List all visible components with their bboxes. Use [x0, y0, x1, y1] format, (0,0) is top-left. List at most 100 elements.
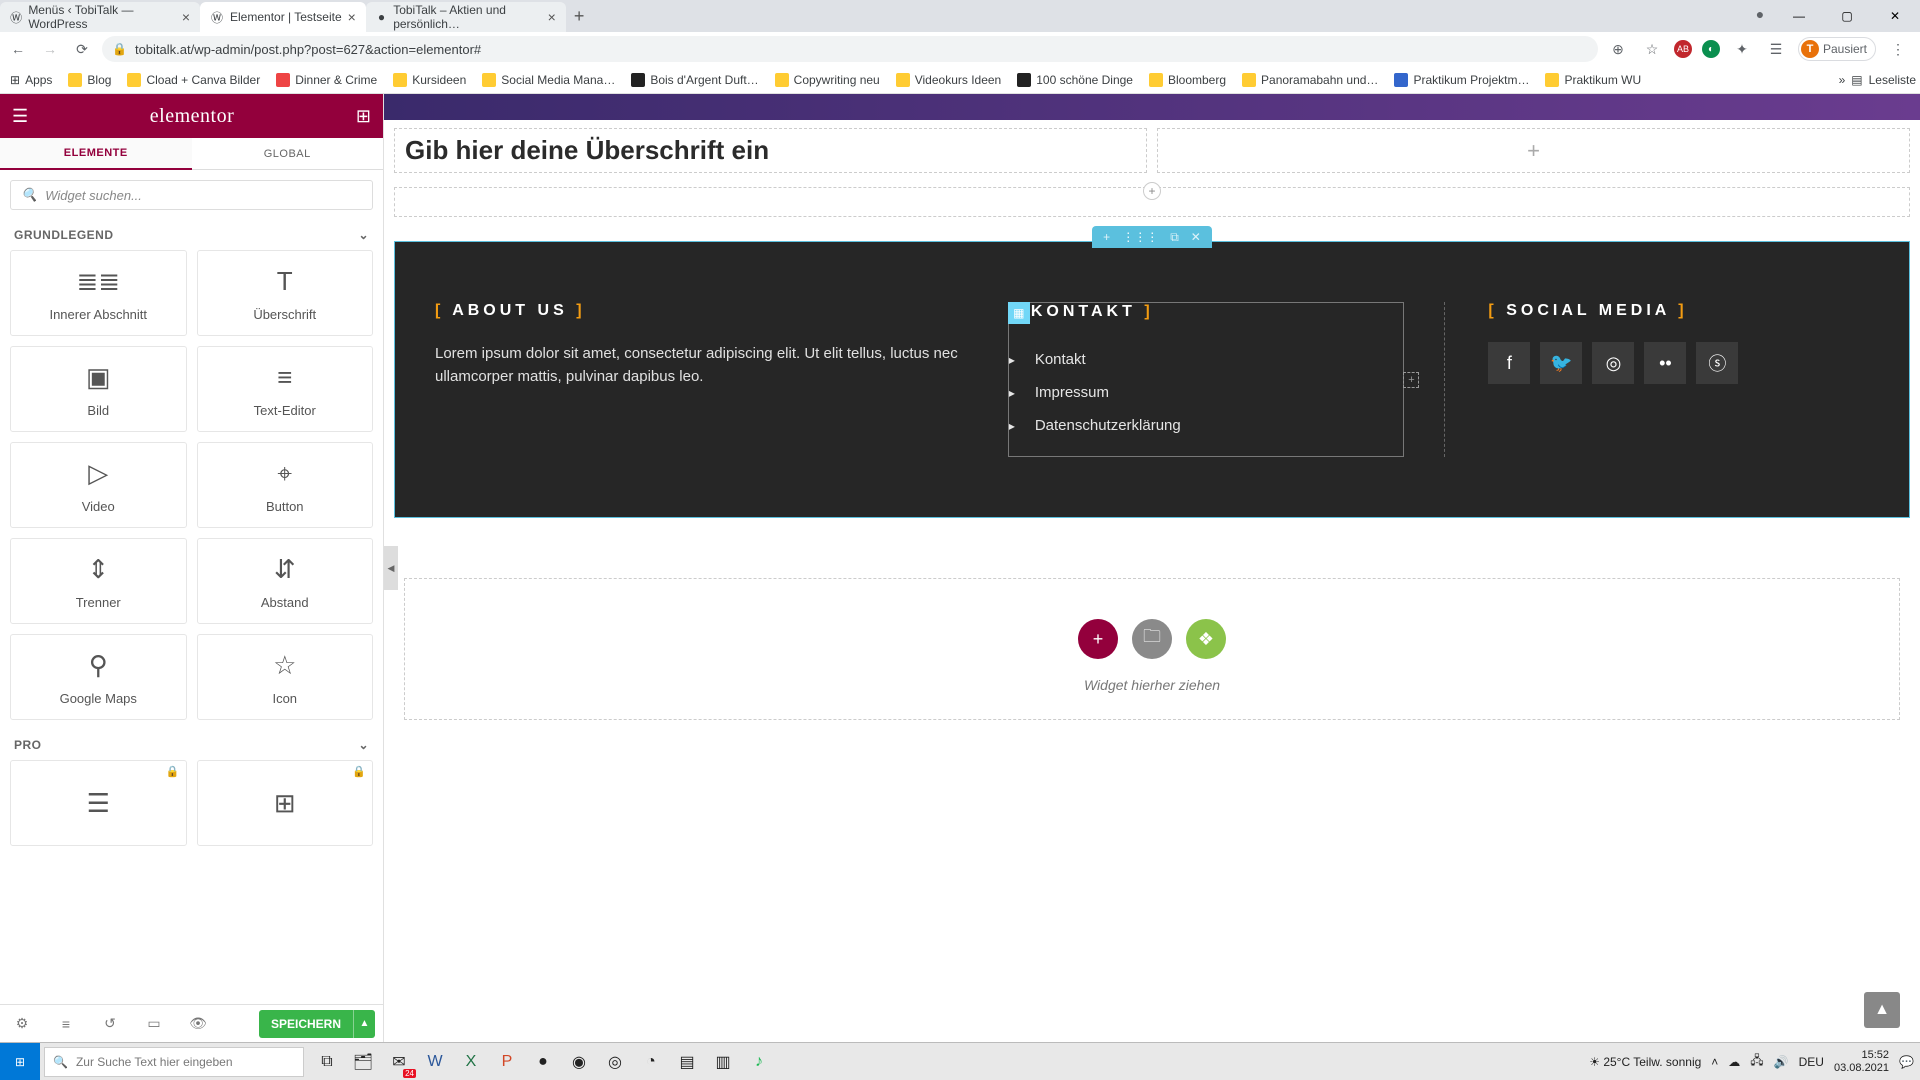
back-button[interactable]: ← — [6, 37, 30, 61]
bookmark-item[interactable]: Bois d'Argent Duft… — [625, 73, 764, 87]
section-add-icon[interactable]: + — [1103, 230, 1110, 244]
star-icon[interactable]: ☆ — [1640, 37, 1664, 61]
widget-innerer-abschnitt[interactable]: ≣≣Innerer Abschnitt — [10, 250, 187, 336]
section-duplicate-icon[interactable]: ⧉ — [1170, 230, 1179, 245]
flickr-icon[interactable]: •• — [1644, 342, 1686, 384]
file-explorer-icon[interactable]: 🗂 — [346, 1046, 380, 1078]
widget-pro-item[interactable]: 🔒☰ — [10, 760, 187, 846]
clock[interactable]: 15:52 03.08.2021 — [1834, 1049, 1889, 1073]
browser-tab-active[interactable]: Ⓦ Elementor | Testseite × — [200, 2, 366, 32]
excel-icon[interactable]: X — [454, 1046, 488, 1078]
bookmark-item[interactable]: Panoramabahn und… — [1236, 73, 1384, 87]
kontakt-link[interactable]: ▸Kontakt — [1009, 343, 1390, 376]
footer-column-about[interactable]: [ ABOUT US ] Lorem ipsum dolor sit amet,… — [435, 302, 968, 457]
bookmark-item[interactable]: Bloomberg — [1143, 73, 1232, 87]
bookmark-overflow[interactable]: » — [1839, 73, 1846, 87]
widget-trenner[interactable]: ⇕Trenner — [10, 538, 187, 624]
edge-icon[interactable]: ◔ — [634, 1046, 668, 1078]
section-delete-icon[interactable]: ✕ — [1191, 230, 1201, 244]
obs-icon[interactable]: ◉ — [562, 1046, 596, 1078]
volume-icon[interactable]: 🔊 — [1774, 1055, 1789, 1069]
language-indicator[interactable]: DEU — [1799, 1055, 1824, 1069]
network-icon[interactable]: 🖧 — [1750, 1051, 1763, 1072]
extensions-icon[interactable]: ✦ — [1730, 37, 1754, 61]
footer-column-kontakt[interactable]: ▦ KONTAKT ] ▸Kontakt ▸Impressum ▸Datensc… — [1008, 302, 1405, 457]
browser-tab[interactable]: Ⓦ Menüs ‹ TobiTalk — WordPress × — [0, 2, 200, 32]
hamburger-icon[interactable]: ☰ — [12, 106, 28, 127]
responsive-icon[interactable]: ▭ — [132, 1005, 176, 1042]
editor-canvas[interactable]: ◀ Gib hier deine Überschrift ein + + + ⋮… — [384, 94, 1920, 1042]
facebook-icon[interactable]: f — [1488, 342, 1530, 384]
settings-icon[interactable]: ⚙ — [0, 1005, 44, 1042]
widget--berschrift[interactable]: TÜberschrift — [197, 250, 374, 336]
bookmark-item[interactable]: Copywriting neu — [769, 73, 886, 87]
bookmark-item[interactable]: Kursideen — [387, 73, 472, 87]
account-dot-icon[interactable]: ● — [1748, 2, 1772, 26]
adblock-icon[interactable]: AB — [1674, 40, 1692, 58]
close-icon[interactable]: × — [548, 9, 556, 25]
save-button[interactable]: SPEICHERN — [259, 1010, 353, 1038]
widget-text-editor[interactable]: ≡Text-Editor — [197, 346, 374, 432]
navigator-icon[interactable]: ≡ — [44, 1005, 88, 1042]
reading-list-button[interactable]: Leseliste — [1869, 73, 1916, 87]
widget-video[interactable]: ▷Video — [10, 442, 187, 528]
reload-button[interactable]: ⟳ — [70, 37, 94, 61]
extension-icon[interactable]: ◐ — [1702, 40, 1720, 58]
empty-column-add[interactable]: + — [1157, 128, 1910, 173]
minimize-button[interactable]: — — [1778, 2, 1820, 30]
app-icon[interactable]: ● — [526, 1046, 560, 1078]
save-options-button[interactable]: ▲ — [353, 1010, 375, 1038]
task-view-icon[interactable]: ⧉ — [310, 1046, 344, 1078]
widget-abstand[interactable]: ⇵Abstand — [197, 538, 374, 624]
column-edit-icon[interactable]: ▦ — [1008, 302, 1030, 324]
widget-google-maps[interactable]: ⚲Google Maps — [10, 634, 187, 720]
maximize-button[interactable]: ▢ — [1826, 2, 1868, 30]
column-add-icon[interactable]: + — [1403, 372, 1419, 388]
powerpoint-icon[interactable]: P — [490, 1046, 524, 1078]
spotify-icon[interactable]: ♪ — [742, 1046, 776, 1078]
bookmark-item[interactable]: Blog — [62, 73, 117, 87]
notepad-icon[interactable]: ▥ — [706, 1046, 740, 1078]
profile-button[interactable]: T Pausiert — [1798, 37, 1876, 61]
widget-icon[interactable]: ☆Icon — [197, 634, 374, 720]
browser-tab[interactable]: ● TobiTalk – Aktien und persönlich… × — [366, 2, 566, 32]
close-window-button[interactable]: ✕ — [1874, 2, 1916, 30]
bookmark-item[interactable]: Cload + Canva Bilder — [121, 73, 266, 87]
mail-icon[interactable]: ✉24 — [382, 1046, 416, 1078]
kontakt-link[interactable]: ▸Impressum — [1009, 376, 1390, 409]
tab-elements[interactable]: ELEMENTE — [0, 138, 192, 170]
forward-button[interactable]: → — [38, 37, 62, 61]
template-library-button[interactable]: 🗀 — [1132, 619, 1172, 659]
zoom-icon[interactable]: ⊕ — [1606, 37, 1630, 61]
address-bar[interactable]: 🔒 tobitalk.at/wp-admin/post.php?post=627… — [102, 36, 1598, 62]
bookmark-apps[interactable]: ⊞Apps — [4, 73, 58, 87]
new-tab-button[interactable]: + — [566, 6, 593, 27]
add-section-icon[interactable]: + — [1143, 182, 1161, 200]
close-icon[interactable]: × — [182, 9, 190, 25]
close-icon[interactable]: × — [348, 9, 356, 25]
weather-widget[interactable]: ☀ 25°C Teilw. sonnig — [1589, 1055, 1701, 1069]
kontakt-link[interactable]: ▸Datenschutzerklärung — [1009, 409, 1390, 442]
scroll-to-top-button[interactable]: ▲ — [1864, 992, 1900, 1028]
start-button[interactable]: ⊞ — [0, 1043, 40, 1080]
widget-button[interactable]: ⌖Button — [197, 442, 374, 528]
section-drag-icon[interactable]: ⋮⋮⋮ — [1122, 230, 1158, 244]
widget-bild[interactable]: ▣Bild — [10, 346, 187, 432]
widget-pro-item[interactable]: 🔒⊞ — [197, 760, 374, 846]
envato-button[interactable]: ❖ — [1186, 619, 1226, 659]
bookmark-item[interactable]: Praktikum Projektm… — [1388, 73, 1535, 87]
preview-icon[interactable]: 👁 — [176, 1005, 220, 1042]
category-pro[interactable]: PRO ⌄ — [10, 730, 373, 760]
bookmark-item[interactable]: Videokurs Ideen — [890, 73, 1008, 87]
onedrive-icon[interactable]: ☁ — [1728, 1055, 1740, 1069]
word-icon[interactable]: W — [418, 1046, 452, 1078]
bookmark-item[interactable]: Social Media Mana… — [476, 73, 621, 87]
readlist-icon[interactable]: ☰ — [1764, 37, 1788, 61]
taskbar-search-input[interactable]: 🔍 Zur Suche Text hier eingeben — [44, 1047, 304, 1077]
500px-icon[interactable]: ⓢ — [1696, 342, 1738, 384]
notifications-icon[interactable]: 💬 — [1899, 1055, 1914, 1069]
bookmark-item[interactable]: 100 schöne Dinge — [1011, 73, 1139, 87]
bookmark-item[interactable]: Dinner & Crime — [270, 73, 383, 87]
instagram-icon[interactable]: ◎ — [1592, 342, 1634, 384]
footer-section[interactable]: + ⋮⋮⋮ ⧉ ✕ [ ABOUT US ] Lorem ipsum dolor… — [394, 241, 1910, 518]
